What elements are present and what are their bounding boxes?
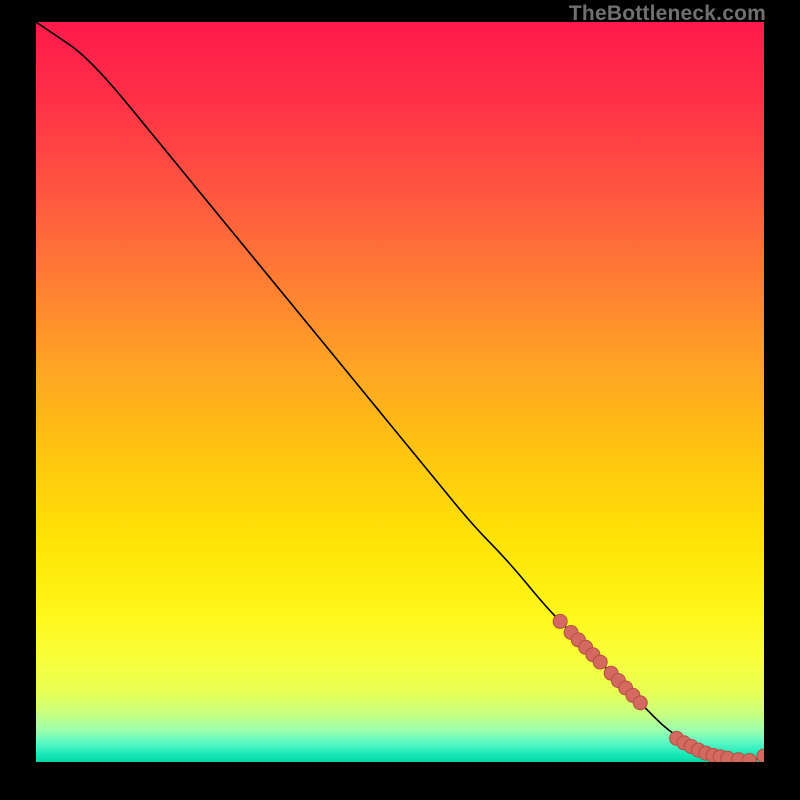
marker-cluster-upper [593, 655, 607, 669]
chart-stage: TheBottleneck.com [0, 0, 800, 800]
gradient-background [36, 22, 764, 762]
chart-svg [36, 22, 764, 762]
plot-area [36, 22, 764, 762]
marker-cluster-upper [553, 614, 567, 628]
marker-cluster-mid [633, 696, 647, 710]
